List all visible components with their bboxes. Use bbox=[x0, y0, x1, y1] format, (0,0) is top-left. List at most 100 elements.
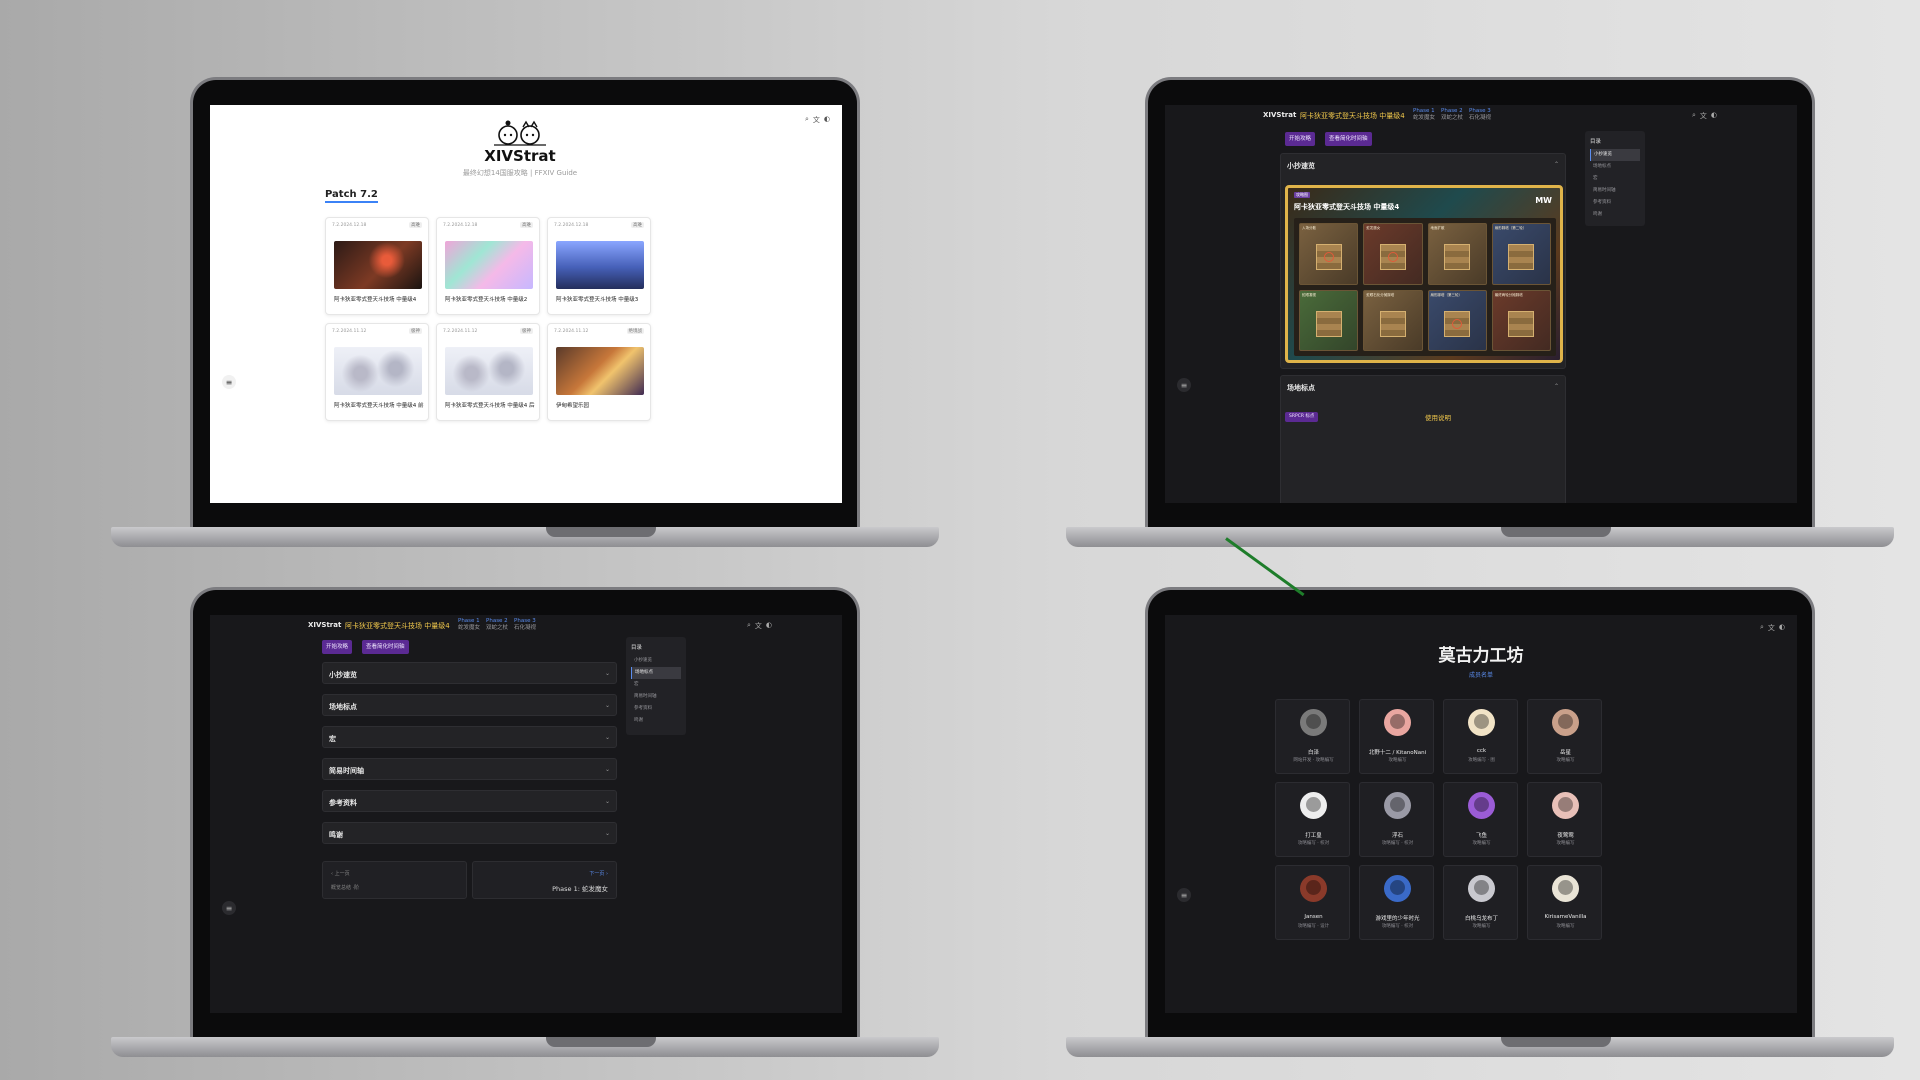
phase-link[interactable]: Phase 1 蛇发魔女 bbox=[458, 618, 480, 632]
member-card[interactable]: 游戏里的少年时光 攻略编写 · 校对 bbox=[1359, 865, 1434, 940]
chevron-down-icon[interactable]: ⌄ bbox=[605, 670, 610, 677]
theme-icon[interactable]: ◐ bbox=[766, 621, 772, 631]
phase-link[interactable]: Phase 2 双蛇之杖 bbox=[486, 618, 508, 632]
search-icon[interactable]: ⌕ bbox=[805, 115, 809, 125]
member-card[interactable]: 夜莺莺 攻略编写 bbox=[1527, 782, 1602, 857]
team-logo-icon: MW bbox=[1535, 196, 1552, 205]
toc-item[interactable]: 简易时间轴 bbox=[1590, 185, 1640, 197]
toc-item[interactable]: 小抄速览 bbox=[631, 655, 681, 667]
nav-page-title[interactable]: 阿卡狄亚零式登天斗技场 中量级4 bbox=[345, 621, 450, 631]
card-thumbnail bbox=[556, 241, 644, 289]
chevron-up-icon[interactable]: ⌃ bbox=[1554, 383, 1559, 390]
accordion-waymarks[interactable]: 场地标点 ⌃ bbox=[1280, 375, 1566, 503]
accordion-section[interactable]: 简易时间轴 ⌄ bbox=[322, 758, 617, 780]
guide-card[interactable]: 7.2.2024.12.18 高难 阿卡狄亚零式登天斗技场 中量级2 bbox=[436, 217, 540, 315]
table-of-contents: 目录 小抄速览 场地标点 宏 简易时间轴 参考资料 鸣谢 bbox=[626, 637, 686, 735]
toc-item[interactable]: 鸣谢 bbox=[1590, 209, 1640, 221]
search-icon[interactable]: ⌕ bbox=[747, 621, 751, 631]
accordion-section[interactable]: 宏 ⌄ bbox=[322, 726, 617, 748]
card-title: 阿卡狄亚零式登天斗技场 中量级4 bbox=[334, 297, 417, 303]
toc-item[interactable]: 宏 bbox=[631, 679, 681, 691]
start-guide-button[interactable]: 开始攻略 bbox=[1285, 132, 1316, 146]
strategy-infographic[interactable]: 攻略图 阿卡狄亚零式登天斗技场 中量级4 MW 入场分散 蛇发魔女 地面扩散 扇… bbox=[1285, 185, 1563, 363]
guide-card[interactable]: 7.2.2024.11.12 极神 阿卡狄亚零式登天斗技场 中量级4 后半 bbox=[436, 323, 540, 421]
phase-link[interactable]: Phase 3 石化凝视 bbox=[1469, 108, 1491, 122]
card-badge: 高难 bbox=[409, 222, 422, 228]
sidebar-toggle-button[interactable]: ≡ bbox=[1177, 378, 1191, 392]
phase-link-name: Phase 2 bbox=[486, 618, 508, 624]
timeline-button[interactable]: 查看简化时间轴 bbox=[362, 640, 409, 654]
chevron-down-icon[interactable]: ⌄ bbox=[605, 766, 610, 773]
site-logo-text[interactable]: XIVStrat bbox=[470, 147, 570, 165]
member-card[interactable]: 白泽 网站开发 · 攻略编写 bbox=[1275, 699, 1350, 774]
chevron-down-icon[interactable]: ⌄ bbox=[605, 702, 610, 709]
card-badge: 绝境战 bbox=[626, 328, 644, 334]
phase-link[interactable]: Phase 1 蛇发魔女 bbox=[1413, 108, 1435, 122]
member-card[interactable]: Jansen 攻略编写 · 设计 bbox=[1275, 865, 1350, 940]
toc-item[interactable]: 宏 bbox=[1590, 173, 1640, 185]
toc-item[interactable]: 场地标点 bbox=[1590, 161, 1640, 173]
member-card[interactable]: 打工皇 攻略编写 · 校对 bbox=[1275, 782, 1350, 857]
member-card[interactable]: KirisameVanilla 攻略编写 bbox=[1527, 865, 1602, 940]
waymark-preset-button[interactable]: SRPCR 标点 bbox=[1285, 412, 1319, 422]
accordion-section[interactable]: 场地标点 ⌄ bbox=[322, 694, 617, 716]
language-icon[interactable]: 文 bbox=[813, 115, 820, 125]
credits-title: 莫古力工坊 bbox=[1438, 646, 1524, 666]
language-icon[interactable]: 文 bbox=[755, 621, 762, 631]
member-role: 攻略编写 bbox=[1556, 924, 1575, 929]
member-card[interactable]: 岳星 攻略编写 bbox=[1527, 699, 1602, 774]
member-card[interactable]: 浮石 攻略编写 · 校对 bbox=[1359, 782, 1434, 857]
accordion-section[interactable]: 参考资料 ⌄ bbox=[322, 790, 617, 812]
member-role: 攻略编写 bbox=[1556, 841, 1575, 846]
chevron-down-icon[interactable]: ⌄ bbox=[605, 734, 610, 741]
credits-subtitle: 成员名单 bbox=[1468, 672, 1493, 679]
panel-label: 地面扩散 bbox=[1430, 226, 1445, 230]
accordion-section[interactable]: 鸣谢 ⌄ bbox=[322, 822, 617, 844]
member-card[interactable]: 飞鱼 攻略编写 bbox=[1443, 782, 1518, 857]
sidebar-toggle-button[interactable]: ≡ bbox=[222, 901, 236, 915]
toc-item[interactable]: 简易时间轴 bbox=[631, 691, 681, 703]
theme-icon[interactable]: ◐ bbox=[824, 115, 830, 125]
theme-icon[interactable]: ◐ bbox=[1779, 623, 1785, 633]
language-icon[interactable]: 文 bbox=[1700, 111, 1707, 121]
toc-item[interactable]: 参考资料 bbox=[631, 703, 681, 715]
member-card[interactable]: 北野十二 / KitanoNani 攻略编写 bbox=[1359, 699, 1434, 774]
nav-page-title[interactable]: 阿卡狄亚零式登天斗技场 中量级4 bbox=[1300, 111, 1405, 121]
home-page-screen: ⌕ 文 ◐ XIVStrat 最终幻想14国服攻略 | FFXIV Guide … bbox=[210, 105, 842, 503]
phase-link[interactable]: Phase 2 双蛇之杖 bbox=[1441, 108, 1463, 122]
sidebar-toggle-button[interactable]: ≡ bbox=[1177, 888, 1191, 902]
guide-card[interactable]: 7.2.2024.12.18 高难 阿卡狄亚零式登天斗技场 中量级3 bbox=[547, 217, 651, 315]
toc-item[interactable]: 参考资料 bbox=[1590, 197, 1640, 209]
phase-link[interactable]: Phase 3 石化凝视 bbox=[514, 618, 536, 632]
chevron-down-icon[interactable]: ⌄ bbox=[605, 830, 610, 837]
next-page-link[interactable]: 下一页 › Phase 1: 蛇发魔女 bbox=[472, 861, 617, 899]
start-guide-button[interactable]: 开始攻略 bbox=[322, 640, 353, 654]
aoe-marker bbox=[1323, 252, 1334, 263]
strategy-panel: 蛇眼凝视 bbox=[1299, 289, 1359, 351]
nav-logo[interactable]: XIVStrat bbox=[1263, 111, 1296, 119]
member-card[interactable]: cck 攻略编写 · 图 bbox=[1443, 699, 1518, 774]
guide-card[interactable]: 7.2.2024.11.12 极神 阿卡狄亚零式登天斗技场 中量级4 前半 bbox=[325, 323, 429, 421]
search-icon[interactable]: ⌕ bbox=[1760, 623, 1764, 633]
chevron-down-icon[interactable]: ⌄ bbox=[605, 798, 610, 805]
toc-item[interactable]: 小抄速览 bbox=[1590, 149, 1640, 161]
arena-map bbox=[1508, 310, 1535, 337]
chevron-up-icon[interactable]: ⌃ bbox=[1554, 161, 1559, 168]
phase-nav: Phase 1 蛇发魔女 Phase 2 双蛇之杖 Phase 3 石化凝视 bbox=[1413, 108, 1491, 122]
strategy-panel: 蛇眼石化分摊踩塔 bbox=[1363, 289, 1423, 351]
usage-instructions-link[interactable]: 使用说明 bbox=[1425, 412, 1451, 422]
guide-card[interactable]: 7.2.2024.12.18 高难 阿卡狄亚零式登天斗技场 中量级4 bbox=[325, 217, 429, 315]
theme-icon[interactable]: ◐ bbox=[1711, 111, 1717, 121]
accordion-section[interactable]: 小抄速览 ⌄ bbox=[322, 662, 617, 684]
toc-item[interactable]: 场地标点 bbox=[631, 667, 681, 679]
nav-logo[interactable]: XIVStrat bbox=[308, 621, 341, 629]
sidebar-toggle-button[interactable]: ≡ bbox=[222, 375, 236, 389]
phase-link-sub: 双蛇之杖 bbox=[1441, 115, 1464, 121]
toc-item[interactable]: 鸣谢 bbox=[631, 715, 681, 727]
previous-page-link[interactable]: ‹ 上一页 概览总结 ·阶 bbox=[322, 861, 467, 899]
timeline-button[interactable]: 查看简化时间轴 bbox=[1325, 132, 1372, 146]
guide-card[interactable]: 7.2.2024.11.12 绝境战 伊甸希望乐园 bbox=[547, 323, 651, 421]
language-icon[interactable]: 文 bbox=[1768, 623, 1775, 633]
search-icon[interactable]: ⌕ bbox=[1692, 111, 1696, 121]
member-card[interactable]: 白桃乌龙布丁 攻略编写 bbox=[1443, 865, 1518, 940]
